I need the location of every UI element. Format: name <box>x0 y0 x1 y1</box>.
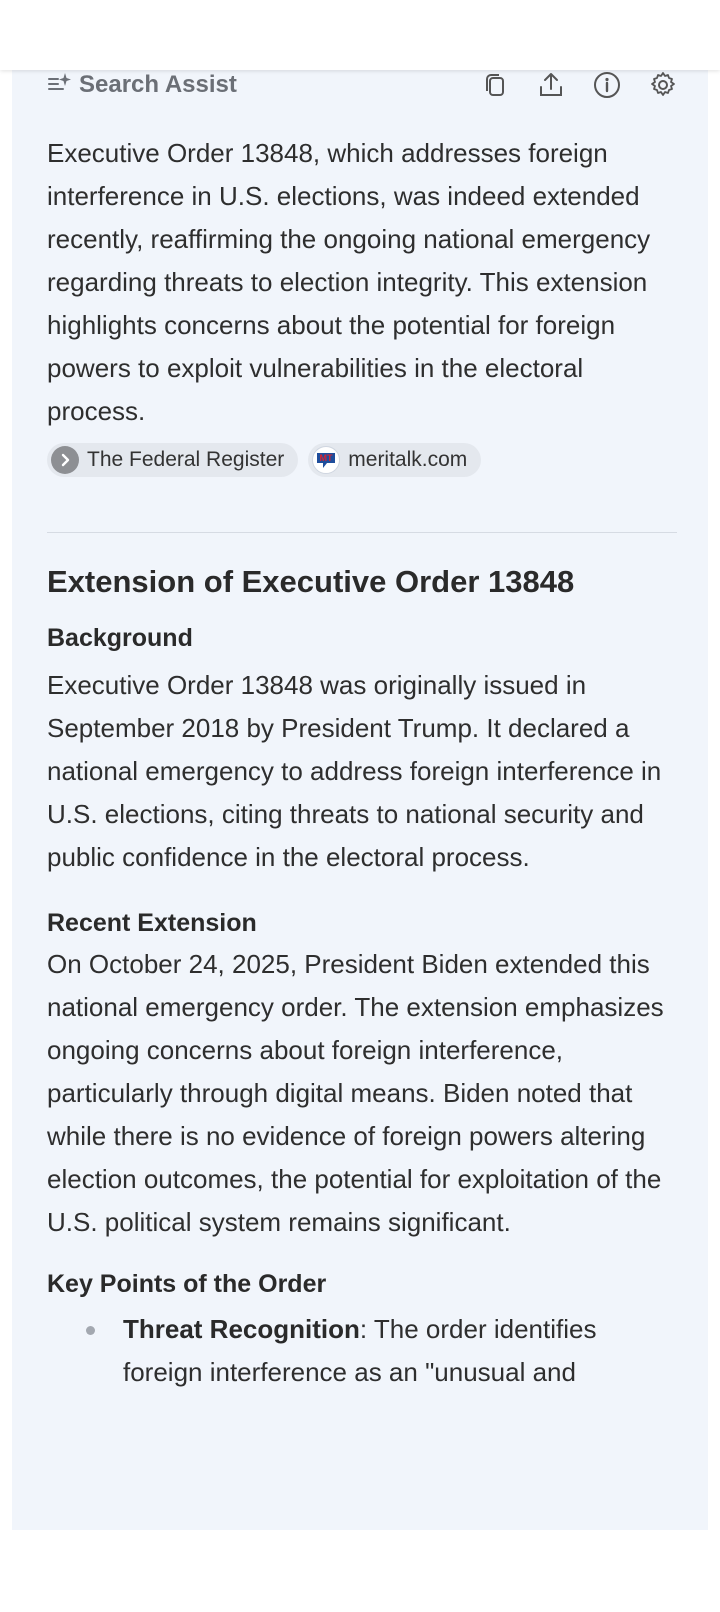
assist-toolbar <box>478 68 680 102</box>
meritalk-logo-icon: MT <box>312 446 341 474</box>
source-chip-federal-register[interactable]: The Federal Register <box>47 443 299 477</box>
source-chip-meritalk[interactable]: MT meritalk.com <box>308 443 482 477</box>
assist-summary: Executive Order 13848, which addresses f… <box>47 138 651 426</box>
key-points-list: Threat Recognition: The order identifies… <box>47 1308 677 1394</box>
source-chip-label: meritalk.com <box>348 448 468 471</box>
svg-text:MT: MT <box>320 453 333 463</box>
article-content: Extension of Executive Order 13848 Backg… <box>47 552 677 1394</box>
sparkle-list-icon <box>47 70 73 101</box>
copy-icon[interactable] <box>478 68 512 102</box>
source-chip-label: The Federal Register <box>87 448 285 471</box>
search-assist-panel: Search Assist Executive Order 13848, whi… <box>12 52 708 1530</box>
article-title: Extension of Executive Order 13848 <box>47 564 575 599</box>
share-icon[interactable] <box>534 68 568 102</box>
list-item: Threat Recognition: The order identifies… <box>47 1308 677 1394</box>
section-divider <box>47 532 677 533</box>
recent-extension-paragraph: On October 24, 2025, President Biden ext… <box>47 949 664 1237</box>
info-icon[interactable] <box>590 68 624 102</box>
search-assist-title-group: Search Assist <box>47 70 237 101</box>
search-assist-title: Search Assist <box>79 71 237 98</box>
section-heading-key-points: Key Points of the Order <box>47 1270 327 1298</box>
search-assist-header: Search Assist <box>47 67 680 103</box>
chevron-right-icon <box>51 446 79 474</box>
source-chips: The Federal Register MT meritalk.com <box>47 443 482 477</box>
top-bar <box>0 0 720 70</box>
section-heading-recent-extension: Recent Extension <box>47 909 257 937</box>
background-paragraph: Executive Order 13848 was originally iss… <box>47 670 662 872</box>
section-heading-background: Background <box>47 624 193 652</box>
key-point-term: Threat Recognition <box>123 1314 360 1344</box>
settings-icon[interactable] <box>646 68 680 102</box>
